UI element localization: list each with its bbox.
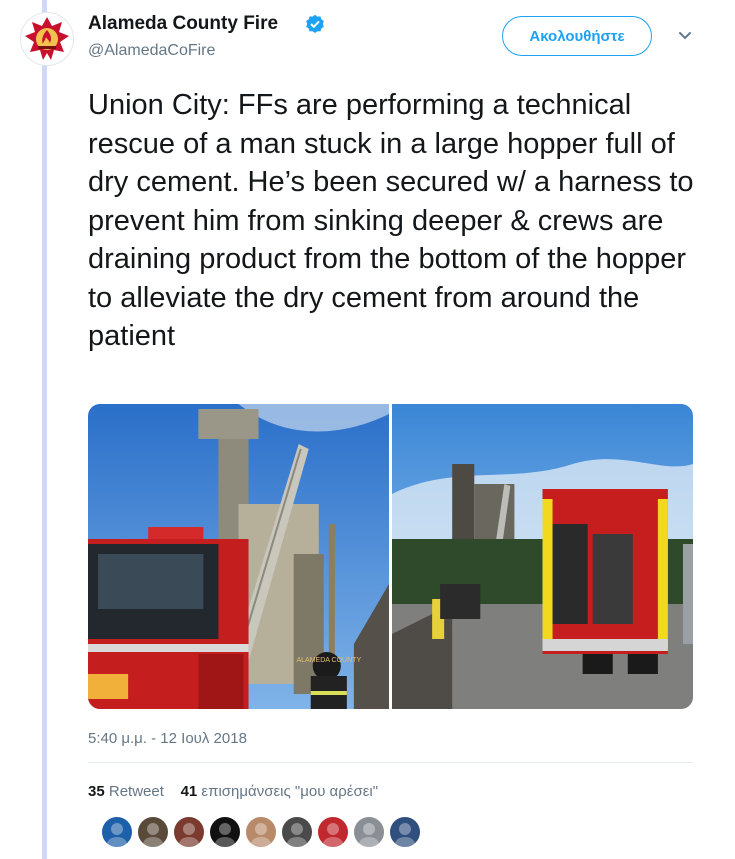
account-name[interactable]: Alameda County Fire [88,13,278,35]
likes-label: επισημάνσεις "μου αρέσει" [201,783,379,800]
liker-avatar-icon[interactable] [281,816,313,848]
likes-count[interactable]: 41 επισημάνσεις "μου αρέσει" [181,783,379,800]
verified-badge-icon [306,14,324,34]
account-avatar[interactable] [20,12,74,66]
chevron-down-icon[interactable] [676,26,694,44]
liker-avatar-icon[interactable] [245,816,277,848]
account-handle[interactable]: @AlamedaCoFire [88,42,215,60]
photo-fire-engine-ladder[interactable]: ALAMEDA COUNTY [88,404,389,709]
photo-truck-text: ALAMEDA COUNTY [296,657,361,664]
likers-list [101,816,421,848]
fire-department-badge-icon [22,14,72,64]
liker-avatar-icon[interactable] [317,816,349,848]
fire-engine-ladder-photo: ALAMEDA COUNTY [88,404,389,709]
follow-button[interactable]: Ακολουθήστε [502,16,652,56]
liker-avatar-icon[interactable] [209,816,241,848]
tweet-timestamp[interactable]: 5:40 μ.μ. - 12 Ιουλ 2018 [88,730,247,747]
retweet-count[interactable]: 35 Retweet [88,783,164,800]
retweet-count-value: 35 [88,783,105,800]
tweet-text: Union City: FFs are performing a technic… [88,89,694,352]
tweet-stats: 35 Retweet 41 επισημάνσεις "μου αρέσει" [88,783,378,800]
retweet-label: Retweet [108,783,164,800]
fire-truck-rear-photo [392,404,693,709]
tweet-media[interactable]: ALAMEDA COUNTY [88,404,693,709]
thread-line [42,0,47,859]
liker-avatar-icon[interactable] [101,816,133,848]
divider [88,762,693,763]
liker-avatar-icon[interactable] [353,816,385,848]
likes-count-value: 41 [180,783,198,800]
liker-avatar-icon[interactable] [389,816,421,848]
photo-fire-truck-rear[interactable] [392,404,693,709]
liker-avatar-icon[interactable] [137,816,169,848]
liker-avatar-icon[interactable] [173,816,205,848]
